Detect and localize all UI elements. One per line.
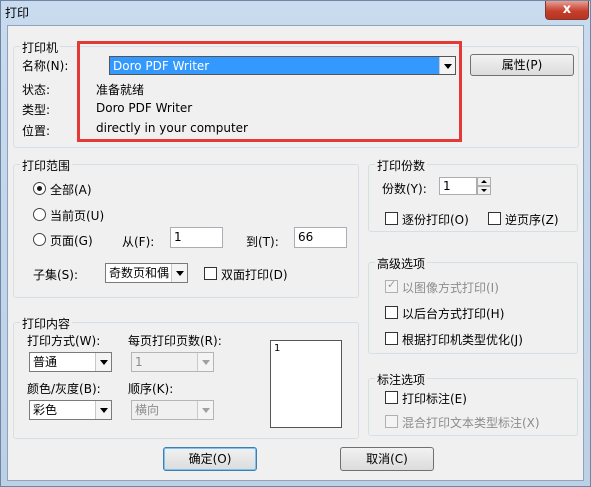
spin-up-icon[interactable] [477,177,491,186]
range-all-radio[interactable] [33,182,46,195]
subset-label: 子集(S): [33,268,79,282]
reverse-order-label[interactable]: 逆页序(Z) [505,211,559,228]
annotation-legend: 标注选项 [375,371,428,388]
to-input[interactable]: 66 [294,227,347,248]
spin-down-icon[interactable] [477,186,491,195]
close-button[interactable]: x [545,1,589,20]
duplex-label[interactable]: 双面打印(D) [221,266,288,283]
copies-label: 份数(Y): [382,182,427,196]
collate-label[interactable]: 逐份打印(O) [402,211,469,228]
title-bar[interactable]: 打印 x [1,1,590,25]
page-preview: 1 [270,340,342,428]
printer-name-label: 名称(N): [22,59,69,73]
print-content-legend: 打印内容 [20,315,73,332]
chevron-down-icon[interactable] [197,353,213,371]
dialog-client: 打印机 名称(N): Doro PDF Writer 属性(P) 状态: 准备就… [7,25,584,481]
annotation-group: 标注选项 打印标注(E) 混合打印文本类型标注(X) [368,371,578,436]
print-content-group: 打印内容 打印方式(W): 普通 每页打印页数(R): 1 颜色/灰度(B): … [13,315,359,439]
page-order-label: 顺序(K): [128,382,174,396]
background-print-label[interactable]: 以后台方式打印(H) [402,305,504,322]
mixed-annotation-label: 混合打印文本类型标注(X) [402,416,540,430]
print-annotation-label[interactable]: 打印标注(E) [402,390,467,407]
mixed-annotation-checkbox[interactable] [385,415,398,428]
print-range-group: 打印范围 全部(A) 当前页(U) 页面(G) 从(F): 1 到(T): 66… [13,157,359,298]
chevron-down-icon[interactable] [171,264,187,282]
properties-button[interactable]: 属性(P) [470,54,574,76]
print-mode-value: 普通 [33,355,58,369]
printer-legend: 打印机 [20,39,61,56]
duplex-checkbox[interactable] [204,267,217,280]
ok-button[interactable]: 确定(O) [163,447,257,471]
copies-legend: 打印份数 [375,157,428,174]
annotation-highlight-box [77,41,462,142]
color-mode-value: 彩色 [33,403,58,417]
range-current-radio[interactable] [33,208,46,221]
print-mode-label: 打印方式(W): [27,334,101,348]
print-as-image-label: 以图像方式打印(I) [402,281,499,295]
range-pages-label[interactable]: 页面(G) [50,232,93,249]
from-label: 从(F): [122,235,155,249]
window-title: 打印 [5,6,30,20]
print-dialog: 打印 x 打印机 名称(N): Doro PDF Writer 属性(P) 状态… [0,0,591,487]
pages-per-sheet-value: 1 [135,355,143,369]
subset-select[interactable]: 奇数页和偶 [105,263,188,283]
collate-checkbox[interactable] [385,212,398,225]
advanced-legend: 高级选项 [375,255,428,272]
advanced-group: 高级选项 以图像方式打印(I) 以后台方式打印(H) 根据打印机类型优化(J) [368,255,578,354]
range-all-label[interactable]: 全部(A) [50,181,92,198]
pages-per-sheet-label: 每页打印页数(R): [128,334,222,348]
page-order-select[interactable]: 横向 [131,400,214,420]
color-mode-label: 颜色/灰度(B): [27,382,101,396]
print-as-image-checkbox[interactable] [385,278,398,293]
copies-input[interactable]: 1 [439,177,477,195]
subset-value: 奇数页和偶 [109,266,170,280]
color-mode-select[interactable]: 彩色 [29,400,112,420]
optimize-checkbox[interactable] [385,332,398,345]
copies-group: 打印份数 份数(Y): 1 逐份打印(O) 逆页序(Z) [368,157,578,232]
location-label: 位置: [22,124,51,138]
type-label: 类型: [22,103,51,117]
reverse-order-checkbox[interactable] [488,212,501,225]
cancel-button[interactable]: 取消(C) [340,447,434,471]
optimize-label[interactable]: 根据打印机类型优化(J) [402,331,523,348]
print-mode-select[interactable]: 普通 [29,352,112,372]
copies-spinner[interactable] [477,177,491,195]
chevron-down-icon[interactable] [197,401,213,419]
print-range-legend: 打印范围 [20,157,73,174]
page-order-value: 横向 [135,403,160,417]
print-annotation-checkbox[interactable] [385,391,398,404]
chevron-down-icon[interactable] [95,353,111,371]
background-print-checkbox[interactable] [385,306,398,319]
from-input[interactable]: 1 [170,227,223,248]
status-label: 状态: [22,83,51,97]
chevron-down-icon[interactable] [95,401,111,419]
range-current-label[interactable]: 当前页(U) [50,207,104,224]
to-label: 到(T): [246,235,279,249]
pages-per-sheet-select[interactable]: 1 [131,352,214,372]
range-pages-radio[interactable] [33,233,46,246]
